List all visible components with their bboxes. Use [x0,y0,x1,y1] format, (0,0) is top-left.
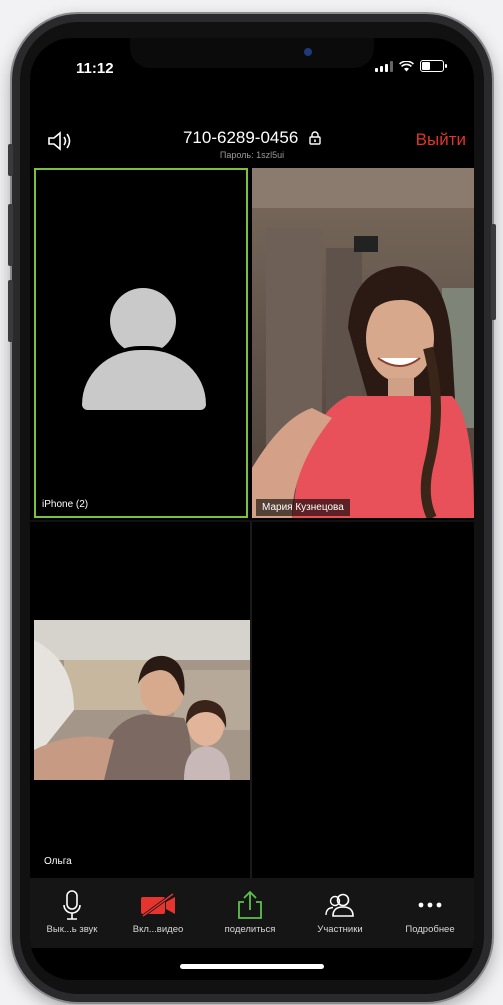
microphone-icon [63,890,81,920]
volume-down-button [8,280,13,342]
power-button [491,224,496,320]
meeting-password: Пароль: 1szl5ui [219,150,285,160]
status-icons [375,60,447,72]
participants-icon [325,893,354,917]
notch [130,38,374,68]
more-icon [418,902,442,908]
avatar-placeholder-body [82,346,206,410]
share-label: поделиться [224,924,276,935]
meeting-id: 710-6289-0456 [182,128,299,147]
start-video-label: Вкл...видео [132,924,184,935]
share-icon [238,890,262,919]
signal-icon [375,60,393,72]
mute-switch [8,144,13,176]
video-tile-iphone[interactable]: iPhone (2) [34,168,248,518]
leave-button[interactable]: Выйти [416,130,466,150]
meeting-header: 710-6289-0456 Пароль: 1szl5ui Выйти [30,124,474,168]
volume-up-button [8,204,13,266]
participant-name: iPhone (2) [42,499,89,510]
mute-label: Вык...ь звук [46,924,98,935]
more-label: Подробнее [405,924,455,935]
participant-video-maria [252,168,474,518]
tile-divider [30,520,474,522]
participants-label: Участники [317,924,363,935]
participant-video-olga [34,620,250,780]
tile-divider [250,522,252,878]
start-video-button[interactable]: Вкл...видео [114,888,202,935]
status-time: 11:12 [76,60,114,77]
home-indicator[interactable] [180,964,324,969]
share-button[interactable]: поделиться [206,888,294,935]
participant-name: Мария Кузнецова [256,499,350,516]
video-tile-maria[interactable]: Мария Кузнецова [252,168,474,518]
screen: 11:12 710-6289-0456 Пароль: 1szl5ui Выйт… [30,38,474,980]
participants-button[interactable]: Участники [296,888,384,935]
meeting-toolbar: Вык...ь звук Вкл...видео поделиться Учас… [30,878,474,948]
battery-icon [420,60,447,72]
front-camera [304,48,312,56]
more-button[interactable]: Подробнее [386,888,474,935]
video-off-icon [141,892,175,918]
participant-name: Ольга [44,856,72,867]
avatar-placeholder-head [110,288,176,354]
lock-icon [309,131,321,145]
meeting-id-title[interactable]: 710-6289-0456 [30,128,474,148]
wifi-icon [399,60,414,71]
mute-button[interactable]: Вык...ь звук [30,888,116,935]
video-tile-olga[interactable] [34,620,250,780]
